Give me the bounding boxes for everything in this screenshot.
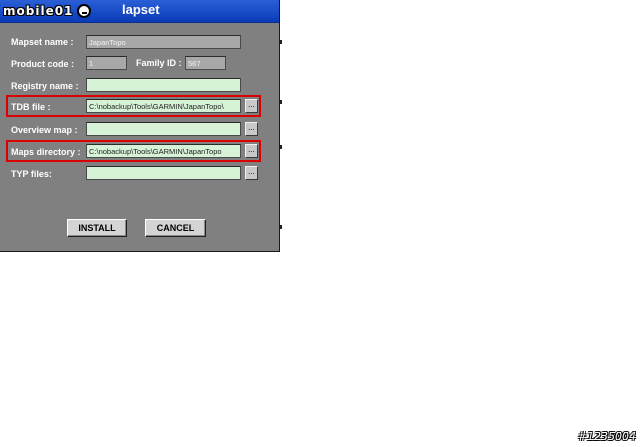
maps-directory-field[interactable]: C:\nobackup\Tools\GARMIN\JapanTopo (86, 144, 241, 158)
watermark-id: #1235004 (577, 430, 636, 443)
tdb-file-field[interactable]: C:\nobackup\Tools\GARMIN\JapanTopo\ (86, 99, 241, 113)
mapset-name-field[interactable]: JapanTopo (86, 35, 241, 49)
logo-text: mobile01 (3, 4, 74, 18)
window-title: lapset (122, 2, 160, 17)
edge-mark (280, 225, 282, 229)
maps-directory-label: Maps directory : (11, 147, 81, 157)
mapset-name-label: Mapset name : (11, 37, 74, 47)
overview-map-field[interactable] (86, 122, 241, 136)
tdb-file-label: TDB file : (11, 102, 51, 112)
overview-map-browse-button[interactable]: ... (245, 122, 258, 136)
typ-files-label: TYP files: (11, 169, 52, 179)
overview-map-label: Overview map : (11, 125, 78, 135)
family-id-field[interactable]: 567 (185, 56, 226, 70)
product-code-field[interactable]: 1 (86, 56, 127, 70)
logo-face-icon (77, 4, 92, 18)
maps-directory-browse-button[interactable]: ... (245, 144, 258, 158)
edge-mark (280, 40, 282, 44)
tdb-file-browse-button[interactable]: ... (245, 99, 258, 113)
registry-name-field[interactable] (86, 78, 241, 92)
product-code-label: Product code : (11, 59, 75, 69)
edge-mark (280, 100, 282, 104)
registry-name-label: Registry name : (11, 81, 79, 91)
install-button[interactable]: INSTALL (67, 219, 127, 237)
edge-mark (280, 145, 282, 149)
cancel-button[interactable]: CANCEL (145, 219, 206, 237)
typ-files-field[interactable] (86, 166, 241, 180)
title-bar: mobile01 lapset (0, 0, 279, 23)
watermark-logo: mobile01 (3, 3, 121, 19)
family-id-label: Family ID : (136, 58, 182, 68)
mapset-dialog: mobile01 lapset Mapset name : JapanTopo … (0, 0, 280, 252)
typ-files-browse-button[interactable]: ... (245, 166, 258, 180)
